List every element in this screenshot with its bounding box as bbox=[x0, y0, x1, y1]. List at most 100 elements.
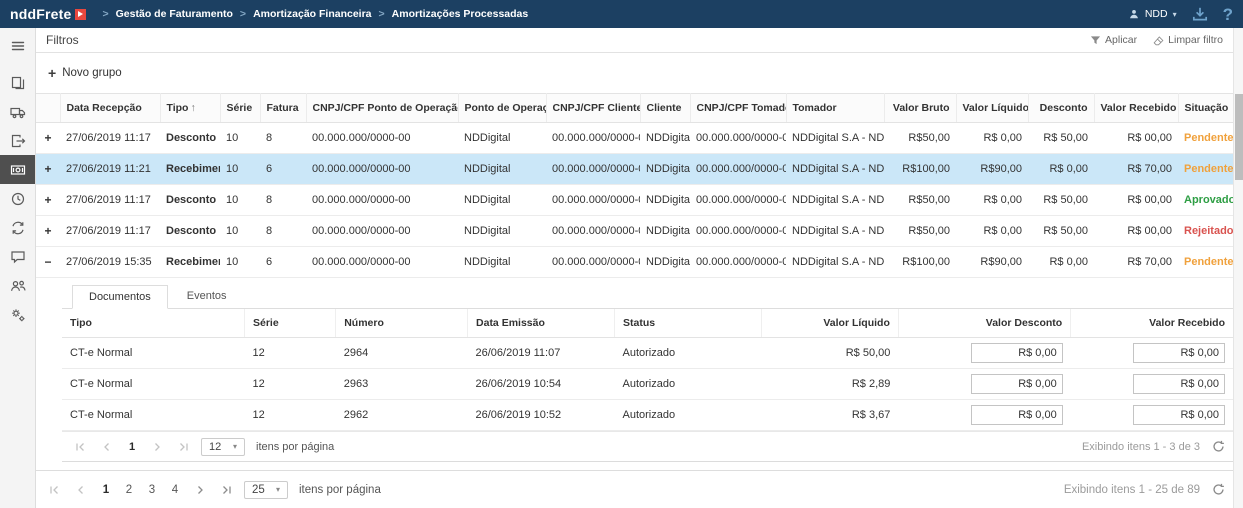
prev-page-button[interactable] bbox=[71, 480, 91, 500]
col-tipo[interactable]: Tipo ↑ bbox=[160, 93, 221, 123]
pager-status-text: Exibindo itens 1 - 3 de 3 bbox=[1081, 440, 1200, 453]
col-doc-serie[interactable]: Série bbox=[244, 309, 337, 338]
truck-icon bbox=[9, 107, 25, 118]
sidebar-item-history[interactable] bbox=[0, 184, 35, 213]
valor-desconto-input[interactable] bbox=[970, 374, 1063, 394]
grid-hscroll-track[interactable] bbox=[36, 462, 1233, 474]
col-doc-valor-liquido[interactable]: Valor Líquido bbox=[761, 309, 899, 338]
last-page-button[interactable] bbox=[174, 437, 194, 457]
col-doc-valor-recebido[interactable]: Valor Recebido bbox=[1070, 309, 1233, 338]
valor-recebido-input[interactable] bbox=[1133, 374, 1225, 394]
prev-page-button[interactable] bbox=[97, 437, 117, 457]
sidebar-item-export[interactable] bbox=[0, 126, 35, 155]
sidebar-item-freight[interactable] bbox=[0, 97, 35, 126]
page-size-select[interactable]: 12 ▾ bbox=[201, 437, 245, 456]
scrollbar-thumb[interactable] bbox=[1235, 94, 1243, 180]
filters-title: Filtros bbox=[46, 33, 79, 47]
next-page-button[interactable] bbox=[147, 437, 167, 457]
cell-tipo: Recebimento bbox=[160, 153, 220, 185]
doc-serie: 12 bbox=[244, 337, 336, 369]
valor-desconto-input[interactable] bbox=[970, 343, 1063, 363]
cell-valor-recebido: R$ 00,00 bbox=[1094, 122, 1178, 154]
cell-fatura: 8 bbox=[260, 122, 306, 154]
new-group-button[interactable]: + Novo grupo bbox=[48, 65, 122, 81]
next-page-button[interactable] bbox=[190, 480, 210, 500]
table-row-selected[interactable]: + 27/06/2019 11:21 Recebimento 10 6 00.0… bbox=[36, 153, 1233, 185]
sidebar-item-menu[interactable] bbox=[0, 31, 35, 60]
col-doc-numero[interactable]: Número bbox=[335, 309, 469, 338]
valor-desconto-input[interactable] bbox=[970, 405, 1063, 425]
row-collapser[interactable]: − bbox=[36, 246, 60, 278]
download-button[interactable] bbox=[1191, 5, 1209, 23]
sidebar-item-billing[interactable] bbox=[0, 155, 35, 184]
col-doc-tipo[interactable]: Tipo bbox=[62, 309, 245, 338]
valor-recebido-input[interactable] bbox=[1133, 343, 1225, 363]
col-doc-valor-desconto[interactable]: Valor Desconto bbox=[898, 309, 1072, 338]
clear-filter-button[interactable]: Limpar filtro bbox=[1153, 34, 1223, 46]
cell-valor-recebido: R$ 00,00 bbox=[1094, 184, 1178, 216]
row-expander[interactable]: + bbox=[36, 122, 60, 154]
col-valor-liquido[interactable]: Valor Líquido bbox=[956, 93, 1029, 123]
table-row[interactable]: + 27/06/2019 11:17 Desconto 10 8 00.000.… bbox=[36, 215, 1233, 247]
cell-tomador: NDDigital S.A - NDD bbox=[786, 246, 884, 278]
sidebar-item-sync[interactable] bbox=[0, 213, 35, 242]
last-page-button[interactable] bbox=[217, 480, 237, 500]
document-row[interactable]: CT-e Normal 12 2964 26/06/2019 11:07 Aut… bbox=[62, 337, 1233, 369]
tab-eventos[interactable]: Eventos bbox=[170, 284, 244, 308]
cell-fatura: 6 bbox=[260, 246, 306, 278]
col-doc-emissao[interactable]: Data Emissão bbox=[467, 309, 616, 338]
sidebar-item-users[interactable] bbox=[0, 271, 35, 300]
documents-table: Tipo Série Número Data Emissão Status Va… bbox=[62, 309, 1233, 431]
col-ponto[interactable]: Ponto de Operação bbox=[458, 93, 547, 123]
refresh-button[interactable] bbox=[1212, 483, 1225, 496]
page-size-select[interactable]: 25 ▾ bbox=[244, 480, 288, 499]
col-fatura[interactable]: Fatura bbox=[260, 93, 307, 123]
table-row[interactable]: + 27/06/2019 11:17 Desconto 10 8 00.000.… bbox=[36, 184, 1233, 216]
breadcrumb-item-processadas[interactable]: Amortizações Processadas bbox=[392, 8, 529, 20]
breadcrumb-separator-icon: > bbox=[378, 8, 385, 20]
document-row[interactable]: CT-e Normal 12 2963 26/06/2019 10:54 Aut… bbox=[62, 368, 1233, 400]
sidebar-item-documents[interactable] bbox=[0, 68, 35, 97]
help-button[interactable]: ? bbox=[1223, 6, 1233, 23]
tab-documentos[interactable]: Documentos bbox=[72, 285, 168, 309]
page-number[interactable]: 1 bbox=[124, 439, 140, 455]
col-situacao[interactable]: Situação bbox=[1178, 93, 1233, 123]
row-expander[interactable]: + bbox=[36, 153, 60, 185]
document-row[interactable]: CT-e Normal 12 2962 26/06/2019 10:52 Aut… bbox=[62, 399, 1233, 431]
page-number-2[interactable]: 2 bbox=[121, 482, 137, 498]
cell-serie: 10 bbox=[220, 122, 260, 154]
col-cnpj-cliente[interactable]: CNPJ/CPF Cliente bbox=[546, 93, 641, 123]
breadcrumb-item-gestao[interactable]: Gestão de Faturamento bbox=[116, 8, 233, 20]
page-number-4[interactable]: 4 bbox=[167, 482, 183, 498]
col-data-recepcao[interactable]: Data Recepção bbox=[60, 93, 161, 123]
col-doc-status[interactable]: Status bbox=[614, 309, 763, 338]
page-number-1[interactable]: 1 bbox=[98, 482, 114, 498]
col-cnpj-ponto[interactable]: CNPJ/CPF Ponto de Operação bbox=[306, 93, 459, 123]
breadcrumb-item-amortizacao[interactable]: Amortização Financeira bbox=[253, 8, 371, 20]
col-cliente[interactable]: Cliente bbox=[640, 93, 691, 123]
user-menu[interactable]: NDD ▾ bbox=[1128, 8, 1177, 20]
sidebar-item-messages[interactable] bbox=[0, 242, 35, 271]
col-cnpj-tomador[interactable]: CNPJ/CPF Tomador bbox=[690, 93, 787, 123]
valor-recebido-input[interactable] bbox=[1133, 405, 1225, 425]
sidebar-item-settings[interactable] bbox=[0, 300, 35, 329]
refresh-button[interactable] bbox=[1212, 440, 1225, 453]
first-page-button[interactable] bbox=[70, 437, 90, 457]
first-page-button[interactable] bbox=[44, 480, 64, 500]
table-row[interactable]: + 27/06/2019 11:17 Desconto 10 8 00.000.… bbox=[36, 122, 1233, 154]
app-logo[interactable]: nddFrete bbox=[10, 6, 86, 22]
page-number-3[interactable]: 3 bbox=[144, 482, 160, 498]
cell-valor-bruto: R$50,00 bbox=[884, 184, 956, 216]
col-valor-bruto[interactable]: Valor Bruto bbox=[884, 93, 957, 123]
menu-icon bbox=[11, 41, 24, 50]
col-valor-recebido[interactable]: Valor Recebido bbox=[1094, 93, 1179, 123]
cell-cliente: NDDigital bbox=[640, 246, 690, 278]
vertical-scrollbar[interactable] bbox=[1233, 28, 1243, 508]
table-row-expanded[interactable]: − 27/06/2019 15:35 Recebimento 10 6 00.0… bbox=[36, 246, 1233, 278]
col-desconto[interactable]: Desconto bbox=[1028, 93, 1095, 123]
apply-filter-button[interactable]: Aplicar bbox=[1090, 34, 1137, 46]
col-tomador[interactable]: Tomador bbox=[786, 93, 885, 123]
col-serie[interactable]: Série bbox=[220, 93, 261, 123]
row-expander[interactable]: + bbox=[36, 215, 60, 247]
row-expander[interactable]: + bbox=[36, 184, 60, 216]
